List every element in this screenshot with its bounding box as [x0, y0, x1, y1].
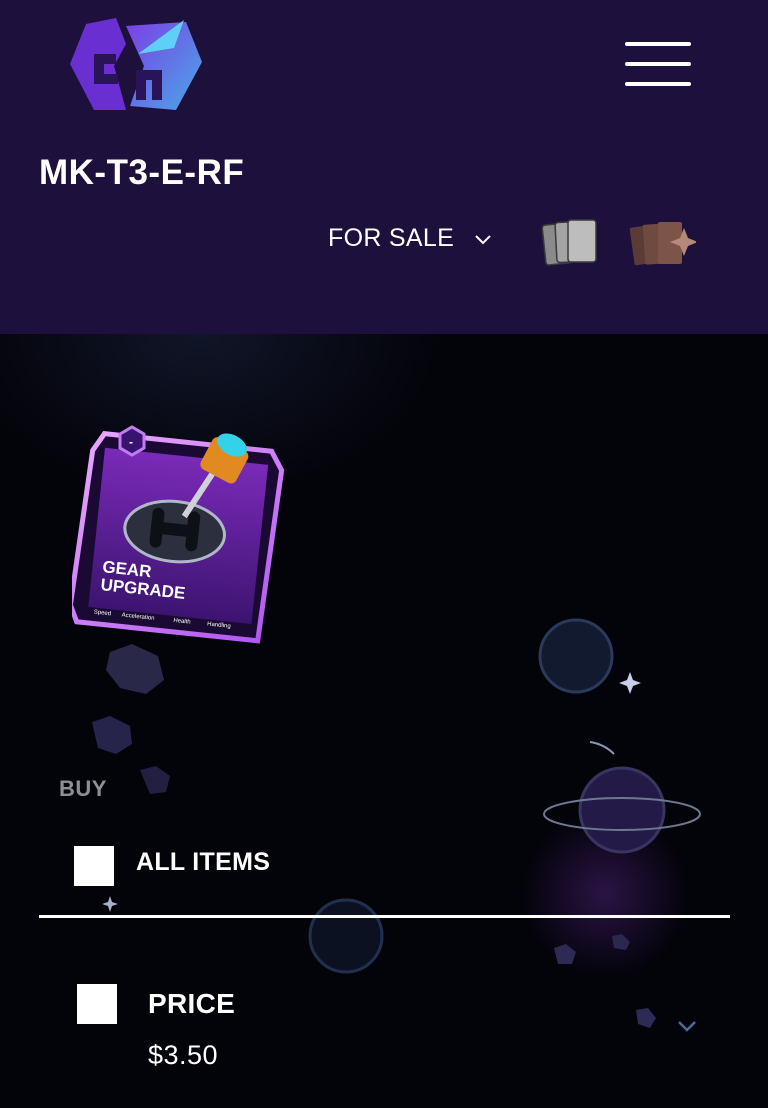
rock-decor	[554, 944, 576, 964]
chevron-down-icon	[475, 234, 491, 244]
menu-line	[625, 62, 691, 66]
rock-decor	[140, 766, 170, 794]
rock-decor	[612, 934, 630, 950]
menu-line	[625, 42, 691, 46]
price-value: $3.50	[148, 1040, 219, 1070]
for-sale-dropdown[interactable]: FOR SALE	[328, 224, 492, 253]
packs-view-icon[interactable]	[626, 214, 696, 270]
gear-upgrade-card[interactable]: GEAR UPGRADE Speed Acceleration Health H…	[72, 420, 286, 656]
price-checkbox[interactable]	[77, 984, 117, 1024]
for-sale-dropdown-label: FOR SALE	[328, 224, 455, 252]
menu-line	[625, 82, 691, 86]
planet-decor	[308, 898, 384, 974]
cards-view-icon[interactable]	[540, 214, 602, 270]
sparkle-decor	[619, 672, 641, 694]
page-title: MK-T3-E-RF	[39, 153, 245, 192]
sparkle-decor	[102, 896, 118, 912]
price-label: PRICE	[148, 988, 236, 1019]
rock-decor	[636, 1008, 656, 1028]
rock-decor	[92, 716, 132, 754]
chevron-down-icon[interactable]	[676, 1018, 698, 1034]
card-badge: -	[129, 435, 133, 449]
all-items-checkbox[interactable]	[74, 846, 114, 886]
divider	[39, 915, 730, 918]
hamburger-menu-button[interactable]	[622, 38, 694, 92]
all-items-label: ALL ITEMS	[136, 848, 271, 876]
rocket-logo-icon[interactable]	[66, 14, 206, 114]
ringed-planet-decor	[578, 766, 666, 854]
buy-section-label: BUY	[59, 776, 107, 801]
planet-decor	[538, 618, 614, 694]
header: MK-T3-E-RF FOR SALE	[0, 0, 768, 334]
comet-trail-decor	[589, 741, 615, 755]
